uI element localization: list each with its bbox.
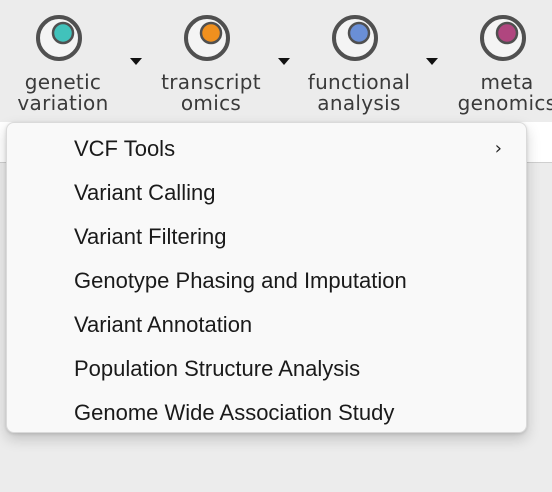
genetic-variation-dropdown-menu: VCF Tools › Variant Calling Variant Filt…	[6, 122, 527, 433]
menu-item-label: Variant Calling	[74, 180, 216, 205]
menu-item-variant-annotation[interactable]: Variant Annotation	[7, 303, 526, 347]
menu-item-variant-calling[interactable]: Variant Calling	[7, 171, 526, 215]
label-line-1: functional	[307, 70, 411, 94]
menu-item-vcf-tools[interactable]: VCF Tools ›	[7, 127, 526, 171]
menu-item-label: Genotype Phasing and Imputation	[74, 268, 407, 293]
magenta-circle-icon	[480, 15, 526, 61]
dropdown-arrow-icon[interactable]	[426, 58, 438, 65]
menu-item-genotype-phasing-and-imputation[interactable]: Genotype Phasing and Imputation	[7, 259, 526, 303]
toolbar-button-label: genetic variation	[3, 72, 123, 114]
menu-item-label: VCF Tools	[74, 136, 176, 161]
label-line-2: analysis	[317, 91, 401, 115]
label-line-2: omics	[180, 91, 242, 115]
menu-item-label: Population Structure Analysis	[74, 356, 361, 381]
toolbar-button-label: functional analysis	[299, 72, 419, 114]
toolbar: genetic variation transcript omics funct…	[0, 0, 552, 122]
menu-item-label: Variant Filtering	[74, 224, 227, 249]
menu-item-variant-filtering[interactable]: Variant Filtering	[7, 215, 526, 259]
menu-item-genome-wide-association-study[interactable]: Genome Wide Association Study	[7, 391, 526, 435]
menu-item-population-structure-analysis[interactable]: Population Structure Analysis	[7, 347, 526, 391]
app-window: genetic variation transcript omics funct…	[0, 0, 552, 492]
orange-circle-icon	[184, 15, 230, 61]
label-line-1: meta	[480, 70, 534, 94]
label-line-1: genetic	[24, 70, 102, 94]
toolbar-button-metagenomics[interactable]: meta genomics	[447, 8, 552, 118]
toolbar-button-genetic-variation[interactable]: genetic variation	[3, 8, 123, 118]
dropdown-arrow-icon[interactable]	[130, 58, 142, 65]
blue-circle-icon	[332, 15, 378, 61]
menu-item-label: Variant Annotation	[74, 312, 253, 337]
label-line-2: variation	[17, 91, 109, 115]
teal-circle-icon	[36, 15, 82, 61]
toolbar-button-label: transcript omics	[151, 72, 271, 114]
menu-item-label: Genome Wide Association Study	[74, 400, 395, 425]
toolbar-button-functional-analysis[interactable]: functional analysis	[299, 8, 419, 118]
dropdown-arrow-icon[interactable]	[278, 58, 290, 65]
chevron-right-icon: ›	[494, 138, 502, 159]
label-line-2: genomics	[457, 91, 552, 115]
toolbar-button-label: meta genomics	[447, 72, 552, 114]
toolbar-button-transcriptomics[interactable]: transcript omics	[151, 8, 271, 118]
label-line-1: transcript	[161, 70, 261, 94]
